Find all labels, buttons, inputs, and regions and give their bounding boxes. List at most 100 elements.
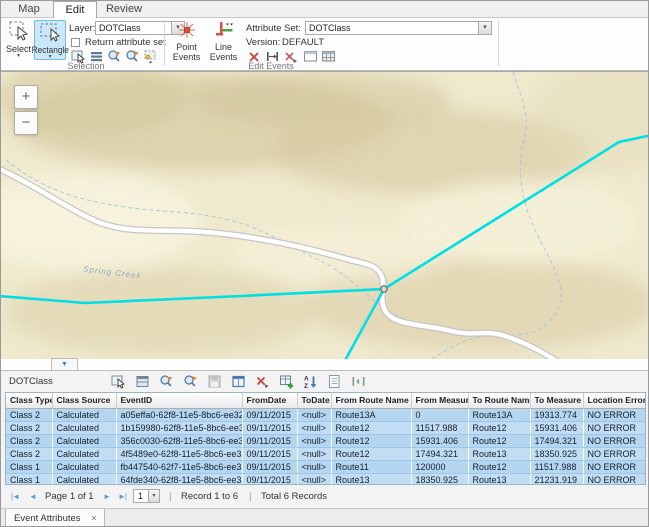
- table-cell: <null>: [297, 421, 331, 434]
- attribute-set-dropdown-arrow-icon[interactable]: ▾: [478, 22, 491, 34]
- selection-group-label: Selection: [41, 61, 131, 71]
- zoom-out-button[interactable]: −: [14, 111, 38, 135]
- zoom-in-button[interactable]: +: [14, 85, 38, 109]
- page-number-arrow-icon[interactable]: ▾: [148, 490, 159, 502]
- table-cell: <null>: [297, 434, 331, 447]
- ribbon-tab-bar: Map Edit Review: [1, 1, 648, 18]
- line-events-label-1: Line: [215, 43, 232, 52]
- attribute-window-icon[interactable]: [231, 374, 246, 389]
- rectangle-tool-icon: [39, 21, 61, 45]
- table-cell: 1b159980-62f8-11e5-8bc6-ee32641d5ec9: [116, 421, 242, 434]
- tab-review[interactable]: Review: [99, 1, 149, 18]
- table-cell: Class 2: [6, 421, 52, 434]
- table-cell: 4f5489e0-62f8-11e5-8bc6-ee32641d5ec9: [116, 447, 242, 460]
- tab-event-attributes[interactable]: Event Attributes ×: [5, 509, 105, 527]
- split-record-icon[interactable]: [351, 374, 366, 389]
- table-cell: Route12: [331, 447, 411, 460]
- records-table: Class TypeClass SourceEventIDFromDateToD…: [6, 393, 646, 485]
- table-row[interactable]: Class 1Calculated64fde340-62f8-11e5-8bc6…: [6, 473, 645, 485]
- select-tool-icon: [8, 20, 30, 44]
- panel-tab-bar: Event Attributes ×: [1, 508, 649, 527]
- map-view[interactable]: Spring Creek + −: [1, 71, 649, 359]
- table-cell: 09/11/2015: [242, 460, 297, 473]
- table-row[interactable]: Class 2Calculated356c0030-62f8-11e5-8bc6…: [6, 434, 645, 447]
- save-edits-icon[interactable]: [207, 374, 222, 389]
- page-number-value: 1: [138, 491, 143, 501]
- record-total-status: Total 6 Records: [261, 491, 327, 502]
- column-header[interactable]: From Route Name: [331, 393, 411, 408]
- table-cell: 64fde340-62f8-11e5-8bc6-ee32641d5ec9: [116, 473, 242, 485]
- column-header[interactable]: Location Error: [583, 393, 645, 408]
- first-page-button[interactable]: |◄: [11, 492, 19, 501]
- line-events-button[interactable]: Line Events: [206, 20, 241, 60]
- pan-to-record-icon[interactable]: [183, 374, 198, 389]
- group-separator: [498, 20, 499, 66]
- table-cell: 17494.321: [530, 434, 583, 447]
- column-header[interactable]: Class Type: [6, 393, 52, 408]
- version-value: DEFAULT: [282, 37, 324, 48]
- select-records-icon[interactable]: [111, 374, 126, 389]
- select-tool-button[interactable]: Select ▾: [4, 20, 33, 60]
- column-header[interactable]: From Measure: [411, 393, 468, 408]
- table-cell: 09/11/2015: [242, 408, 297, 421]
- return-attribute-set-checkbox[interactable]: [71, 38, 80, 47]
- add-record-icon[interactable]: [279, 374, 294, 389]
- column-header[interactable]: ToDate: [297, 393, 331, 408]
- zoom-to-record-icon[interactable]: [159, 374, 174, 389]
- layer-label: Layer:: [69, 23, 95, 34]
- svg-text:Z: Z: [304, 383, 308, 389]
- table-cell: Class 1: [6, 460, 52, 473]
- point-events-label-1: Point: [176, 43, 197, 52]
- table-cell: <null>: [297, 473, 331, 485]
- rectangle-tool-button[interactable]: Rectangle ▾: [34, 20, 66, 60]
- tab-edit[interactable]: Edit: [53, 1, 97, 19]
- column-header[interactable]: To Route Name: [468, 393, 530, 408]
- panel-collapse-button[interactable]: ▼: [51, 358, 78, 370]
- table-cell: Route13: [468, 447, 530, 460]
- table-cell: NO ERROR: [583, 408, 645, 421]
- rectangle-caret-icon[interactable]: ▾: [48, 55, 51, 60]
- return-attribute-set-label: Return attribute set: [85, 37, 166, 48]
- select-caret-icon[interactable]: ▾: [17, 54, 20, 59]
- column-header[interactable]: To Measure: [530, 393, 583, 408]
- point-events-label-2: Events: [173, 53, 201, 62]
- table-cell: Class 2: [6, 408, 52, 421]
- selection-options-icon[interactable]: [143, 49, 158, 64]
- column-header[interactable]: FromDate: [242, 393, 297, 408]
- table-cell: Route13: [331, 473, 411, 485]
- table-cell: 09/11/2015: [242, 447, 297, 460]
- table-row[interactable]: Class 2Calculated1b159980-62f8-11e5-8bc6…: [6, 421, 645, 434]
- sort-records-icon[interactable]: AZ: [303, 374, 318, 389]
- table-cell: Calculated: [52, 473, 116, 485]
- show-all-records-icon[interactable]: [135, 374, 150, 389]
- column-header[interactable]: EventID: [116, 393, 242, 408]
- table-cell: 15931.406: [530, 421, 583, 434]
- page-number-dropdown[interactable]: 1 ▾: [133, 489, 160, 503]
- attribute-toolbar: DOTClass: [1, 371, 649, 392]
- point-events-button[interactable]: Point Events: [169, 20, 204, 60]
- table-cell: 09/11/2015: [242, 473, 297, 485]
- table-row[interactable]: Class 1Calculatedfb447540-62f7-11e5-8bc6…: [6, 460, 645, 473]
- table-row[interactable]: Class 2Calculated4f5489e0-62f8-11e5-8bc6…: [6, 447, 645, 460]
- open-form-icon[interactable]: [327, 374, 342, 389]
- table-cell: Route13A: [331, 408, 411, 421]
- table-cell: 15931.406: [411, 434, 468, 447]
- table-cell: <null>: [297, 408, 331, 421]
- tab-map[interactable]: Map: [7, 1, 51, 18]
- table-cell: 0: [411, 408, 468, 421]
- close-tab-icon[interactable]: ×: [91, 513, 96, 523]
- event-editor-window: Map Edit Review Select ▾ Rectangle: [0, 0, 649, 527]
- delete-record-icon[interactable]: [255, 374, 270, 389]
- table-cell: 09/11/2015: [242, 421, 297, 434]
- group-separator: [164, 20, 165, 66]
- table-cell: NO ERROR: [583, 473, 645, 485]
- record-range-status: Record 1 to 6: [181, 491, 238, 502]
- last-page-button[interactable]: ►|: [118, 492, 126, 501]
- next-page-button[interactable]: ►: [103, 492, 110, 501]
- previous-page-button[interactable]: ◄: [29, 492, 36, 501]
- table-row[interactable]: Class 2Calculateda05effa0-62f8-11e5-8bc6…: [6, 408, 645, 421]
- point-events-icon: [177, 20, 197, 42]
- table-cell: Calculated: [52, 434, 116, 447]
- attribute-set-dropdown[interactable]: DOTClass ▾: [305, 21, 492, 35]
- column-header[interactable]: Class Source: [52, 393, 116, 408]
